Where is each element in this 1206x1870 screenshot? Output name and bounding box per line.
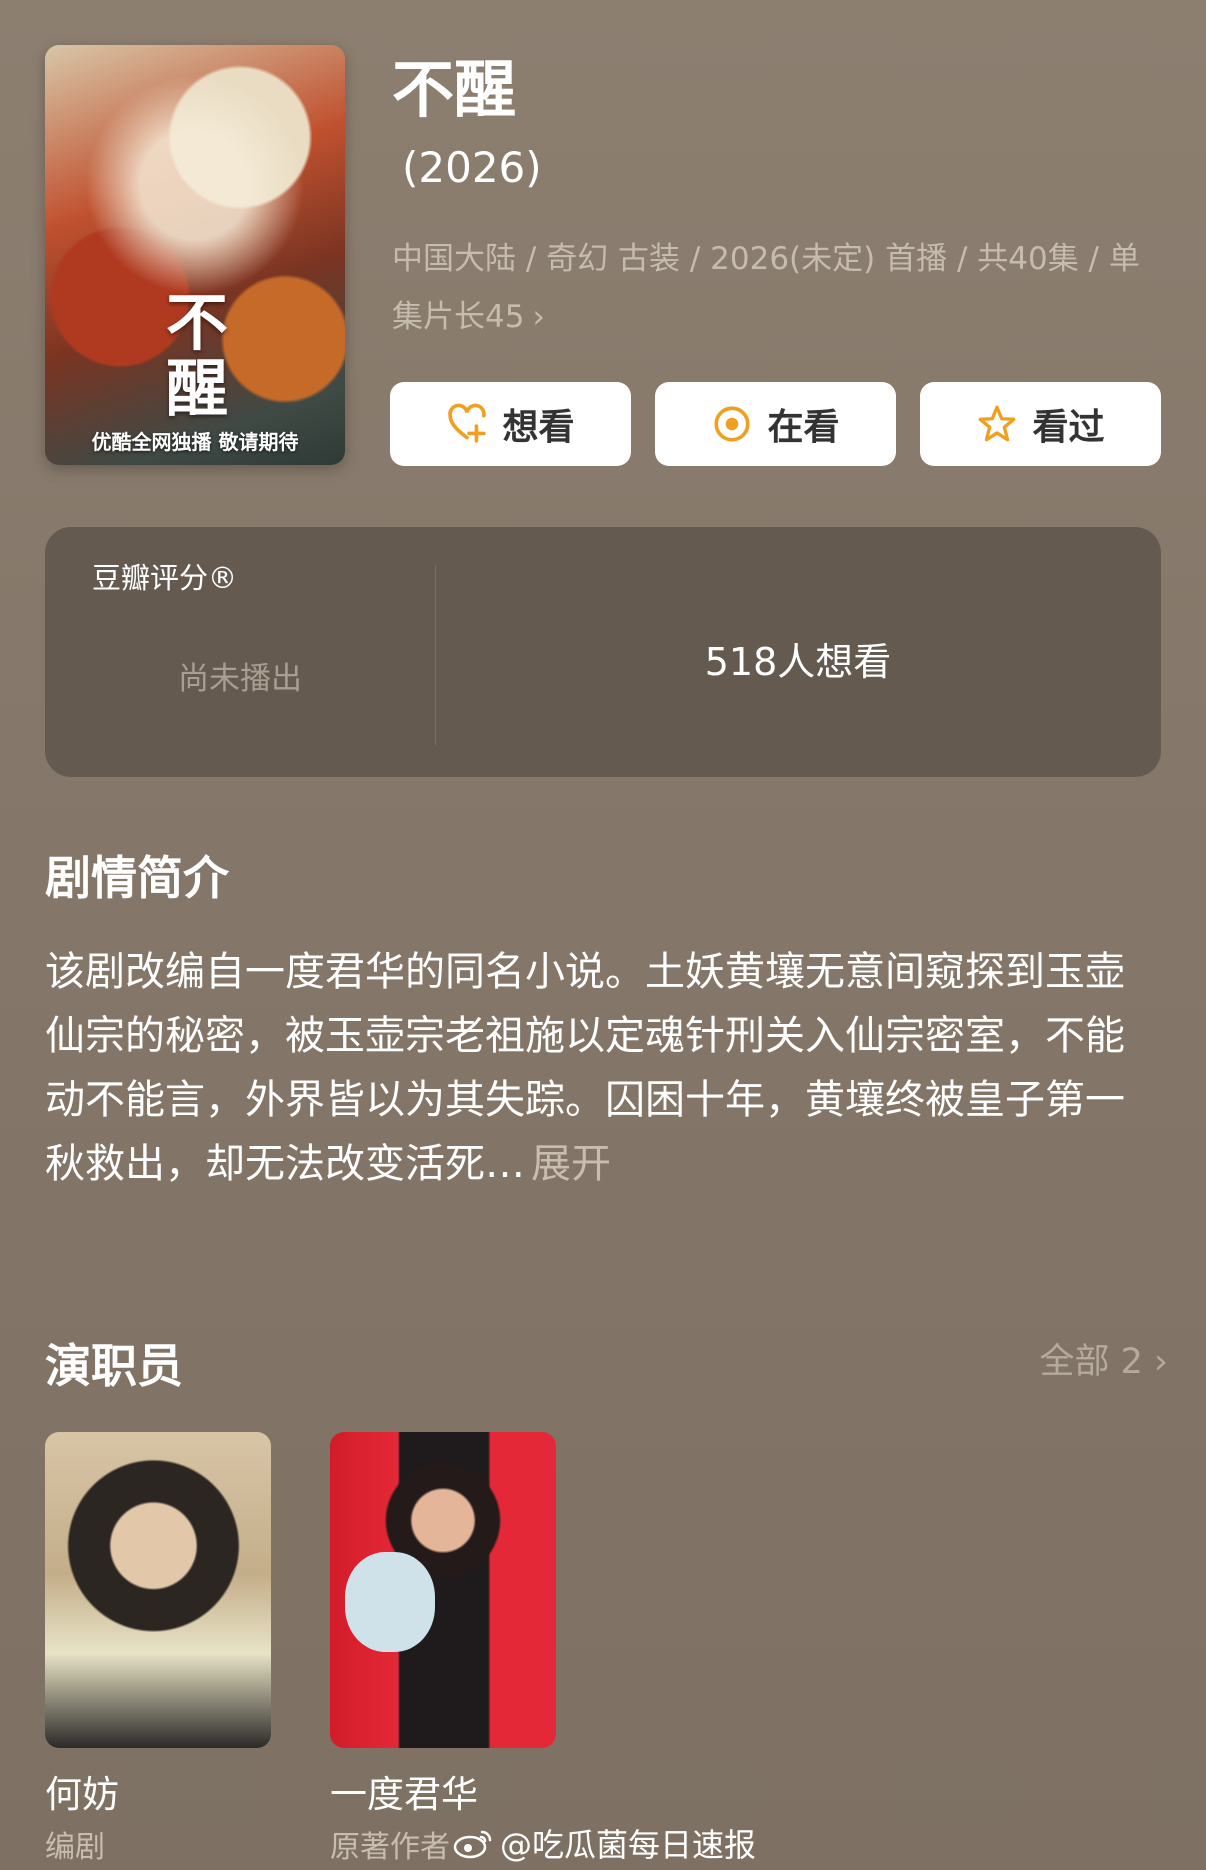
show-title: 不醒	[392, 53, 517, 126]
poster-caption: 优酷全网独播 敬请期待	[91, 430, 299, 454]
expand-link[interactable]: 展开	[531, 1141, 611, 1187]
want-count: 518人想看	[704, 640, 892, 684]
watermark-text: @吃瓜菌每日速报	[500, 1826, 757, 1864]
watching-label: 在看	[767, 407, 840, 448]
rating-status: 尚未播出	[178, 661, 302, 697]
heart-plus-icon	[448, 403, 487, 443]
synopsis-text[interactable]: 该剧改编自一度君华的同名小说。土妖黄壤无意间窥探到玉壶仙宗的秘密，被玉壶宗老祖施…	[45, 940, 1125, 1196]
rating-card[interactable]: 豆瓣评分® 尚未播出 518人想看	[45, 527, 1161, 777]
watching-button[interactable]: 在看	[655, 382, 896, 466]
cast-view-all-link[interactable]: 全部 2 ›	[1039, 1333, 1168, 1384]
star-icon	[979, 405, 1016, 442]
want-to-watch-label: 想看	[502, 407, 575, 448]
douban-rating-label: 豆瓣评分®	[92, 561, 238, 595]
watched-button[interactable]: 看过	[920, 382, 1161, 466]
cast-role-1: 编剧	[45, 1830, 105, 1865]
synopsis-heading: 剧情简介	[45, 851, 229, 905]
plush-toy	[345, 1552, 435, 1652]
show-meta-text: 中国大陆 / 奇幻 古装 / 2026(未定) 首播 / 共40集 / 单集片长…	[392, 241, 1140, 335]
poster-image[interactable]: 不醒 优酷全网独播 敬请期待	[45, 45, 345, 465]
cast-photo-1[interactable]	[45, 1432, 271, 1748]
cast-name-1[interactable]: 何妨	[45, 1764, 119, 1818]
poster-title-art: 不醒	[165, 286, 228, 425]
chevron-right-icon: ›	[1154, 1342, 1168, 1382]
show-year: (2026)	[402, 143, 542, 192]
cast-role-2: 原著作者	[330, 1830, 450, 1865]
watched-label: 看过	[1032, 407, 1105, 448]
poster-artwork	[85, 75, 305, 295]
cast-name-2[interactable]: 一度君华	[330, 1764, 478, 1818]
cast-photo-2[interactable]	[330, 1432, 556, 1748]
show-meta[interactable]: 中国大陆 / 奇幻 古装 / 2026(未定) 首播 / 共40集 / 单集片长…	[392, 230, 1152, 346]
target-icon	[714, 406, 751, 442]
weibo-icon	[453, 1830, 492, 1859]
cast-heading: 演职员	[45, 1339, 183, 1393]
want-to-watch-button[interactable]: 想看	[390, 382, 631, 466]
cast-view-all-label: 全部 2	[1039, 1342, 1143, 1382]
chevron-right-icon: ›	[532, 299, 545, 335]
weibo-watermark: @吃瓜菌每日速报	[452, 1820, 756, 1866]
